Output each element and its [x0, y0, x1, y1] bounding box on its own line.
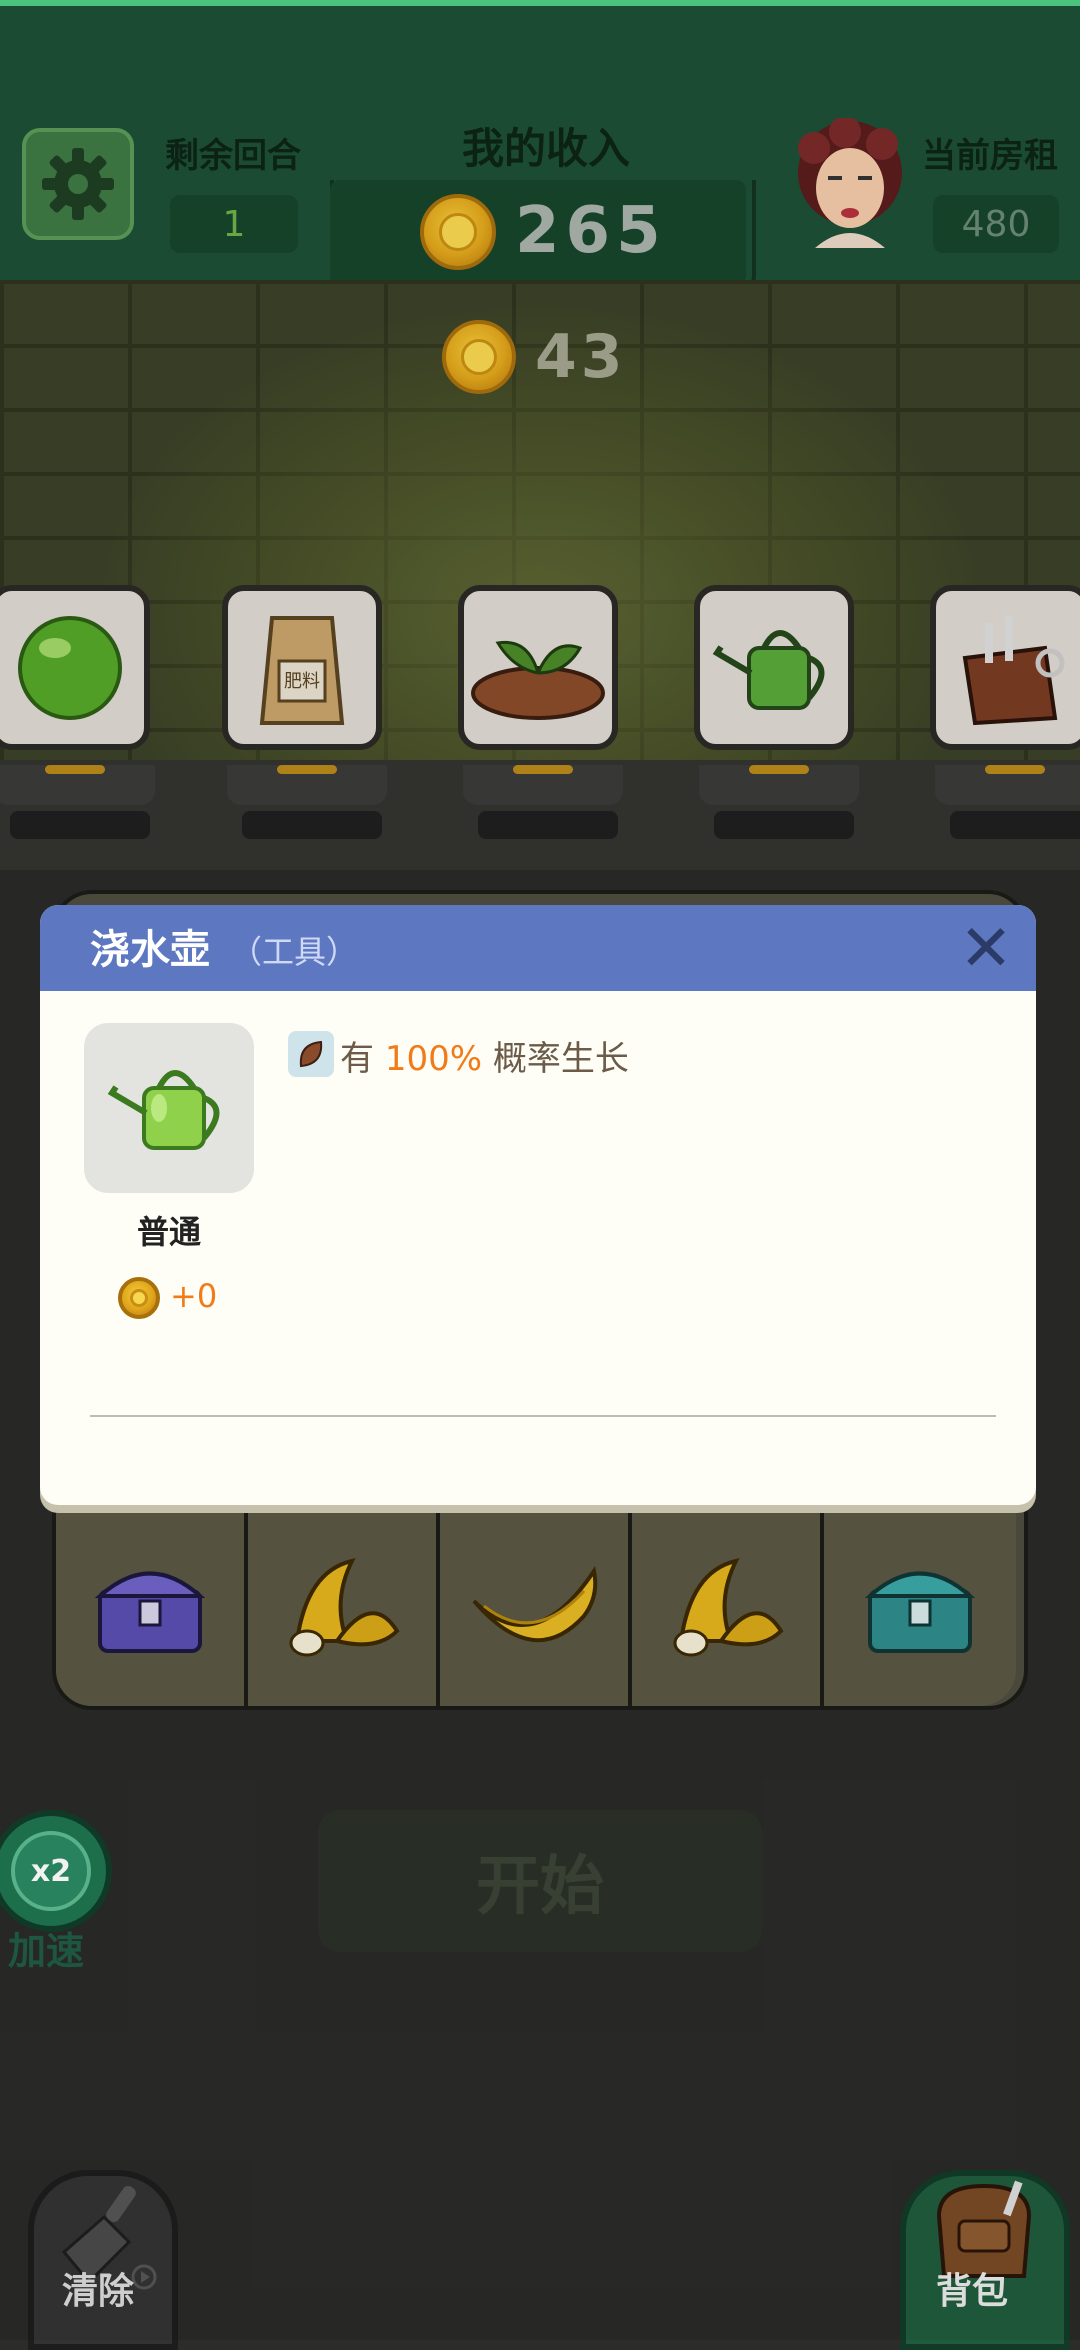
watering-can-icon	[107, 1070, 220, 1150]
dialog-subtitle: （工具）	[230, 933, 359, 971]
effect-suffix: 概率生长	[492, 1039, 629, 1079]
dialog-header: 浇水壶 （工具） ✕	[40, 905, 1036, 991]
rarity-label: 普通	[136, 1213, 201, 1251]
effect-percent: 100%	[384, 1039, 483, 1079]
price-value: +0	[170, 1277, 218, 1315]
divider	[90, 1415, 996, 1417]
effect-prefix: 有	[340, 1039, 374, 1079]
dialog-title: 浇水壶	[90, 927, 210, 973]
effect-description: 有 100% 概率生长	[340, 1031, 629, 1080]
close-icon[interactable]: ✕	[958, 917, 1014, 981]
item-detail-dialog: 浇水壶 （工具） ✕ 普通 +0 有 100% 概率生长	[40, 905, 1036, 1505]
item-icon-box	[84, 1023, 254, 1193]
seed-icon	[288, 1031, 334, 1077]
coin-icon	[118, 1277, 160, 1319]
